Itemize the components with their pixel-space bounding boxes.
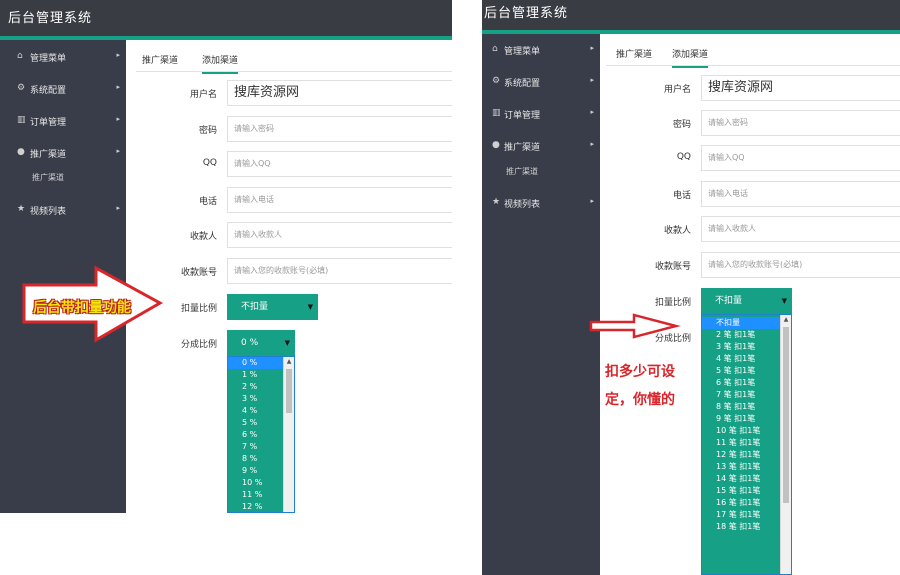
small-red-arrow-icon <box>589 313 681 339</box>
annotation-layer <box>22 265 681 343</box>
annotation-configurable-line1: 扣多少可设 <box>605 364 675 380</box>
annotation-deduct-feature: 后台带扣量功能 <box>33 300 131 316</box>
annotation-configurable-line2: 定，你懂的 <box>605 392 675 408</box>
